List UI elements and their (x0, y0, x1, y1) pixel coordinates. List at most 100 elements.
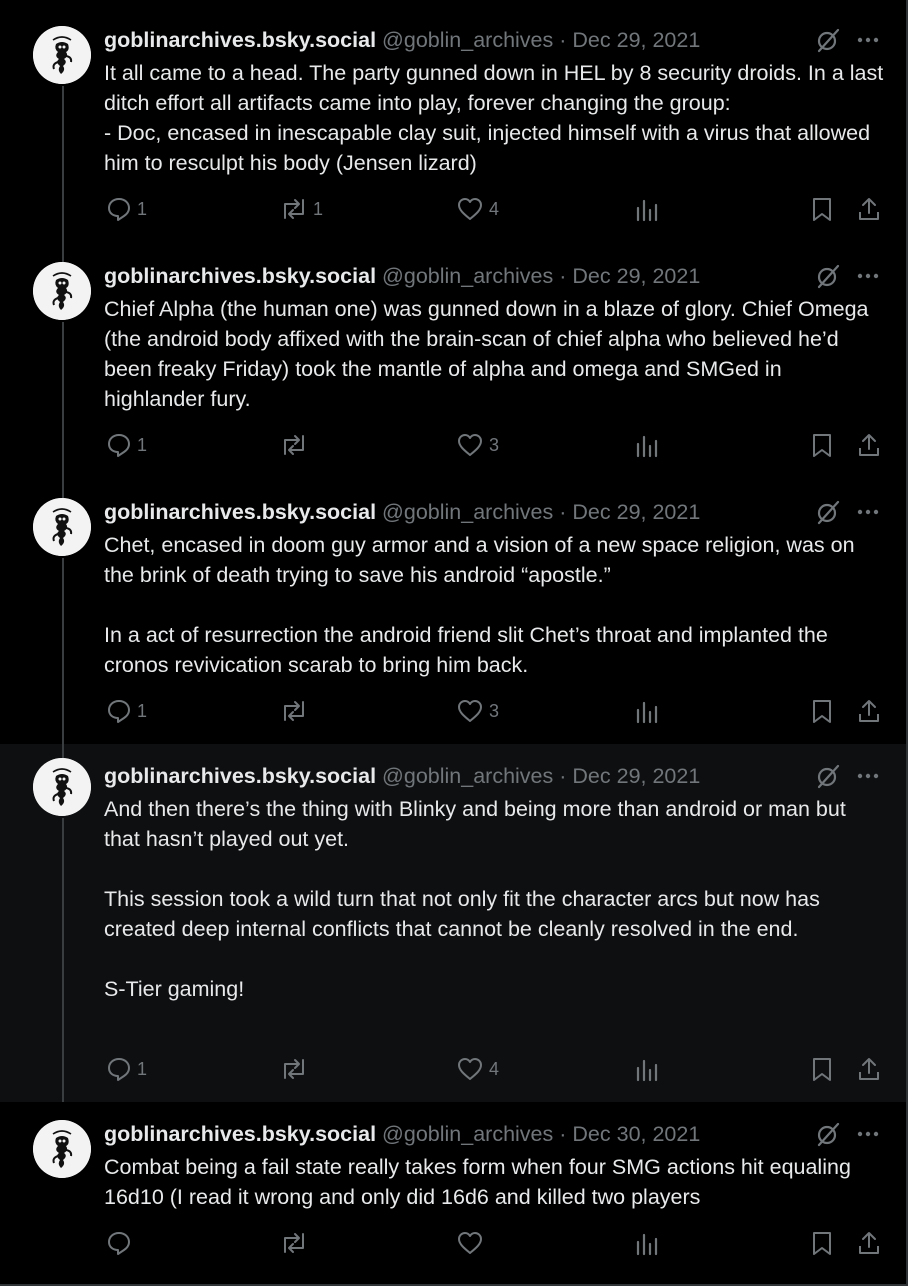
grok-icon[interactable] (814, 498, 842, 526)
grok-icon[interactable] (814, 262, 842, 290)
goblin-logo-icon (33, 262, 91, 320)
grok-icon[interactable] (814, 1120, 842, 1148)
share-button[interactable] (857, 1228, 881, 1258)
views-button[interactable] (634, 696, 658, 726)
reply-icon (108, 434, 130, 457)
handle[interactable]: @goblin_archives (382, 500, 553, 524)
views-icon (636, 1059, 658, 1082)
post-text-line: This session took a wild turn that not o… (104, 887, 820, 941)
bookmark-icon (813, 1058, 831, 1081)
display-name[interactable]: goblinarchives.bsky.social (104, 1122, 376, 1146)
reply-button[interactable]: 1 (106, 1054, 147, 1084)
handle[interactable]: @goblin_archives (382, 1122, 553, 1146)
share-button[interactable] (857, 1054, 881, 1084)
repost-button[interactable] (280, 1228, 313, 1258)
more-icon[interactable] (856, 262, 880, 290)
reply-button[interactable]: 1 (106, 194, 147, 224)
display-name[interactable]: goblinarchives.bsky.social (104, 28, 376, 52)
post-date[interactable]: Dec 29, 2021 (572, 764, 700, 788)
grok-icon[interactable] (814, 26, 842, 54)
paragraph-spacer (104, 590, 884, 620)
share-button[interactable] (857, 430, 881, 460)
bookmark-button[interactable] (810, 1228, 834, 1258)
reply-button[interactable]: 1 (106, 430, 147, 460)
like-icon (458, 1232, 482, 1254)
bookmark-button[interactable] (810, 696, 834, 726)
handle[interactable]: @goblin_archives (382, 28, 553, 52)
avatar[interactable] (33, 498, 91, 556)
share-icon (859, 434, 879, 456)
like-button[interactable]: 4 (456, 1054, 499, 1084)
post[interactable]: goblinarchives.bsky.social @goblin_archi… (0, 236, 906, 472)
post-text-line: And then there’s the thing with Blinky a… (104, 797, 846, 851)
post-date[interactable]: Dec 29, 2021 (572, 264, 700, 288)
reply-count: 1 (137, 1058, 148, 1079)
avatar[interactable] (33, 262, 91, 320)
grok-icon[interactable] (814, 762, 842, 790)
views-button[interactable] (634, 430, 658, 460)
thread-line (62, 472, 64, 498)
avatar[interactable] (33, 758, 91, 816)
action-bar: 1 4 (0, 1054, 906, 1084)
reply-button[interactable]: 1 (106, 696, 147, 726)
reply-button[interactable] (106, 1228, 137, 1258)
like-button[interactable]: 3 (456, 696, 499, 726)
like-button[interactable] (456, 1228, 489, 1258)
post-body: Combat being a fail state really takes f… (104, 1152, 884, 1212)
action-bar: 1 1 4 (0, 194, 906, 224)
like-icon (458, 1058, 482, 1080)
like-button[interactable]: 3 (456, 430, 499, 460)
goblin-logo-icon (33, 758, 91, 816)
post-header: goblinarchives.bsky.social @goblin_archi… (104, 1120, 700, 1148)
separator-dot: · (559, 28, 567, 52)
post-date[interactable]: Dec 30, 2021 (572, 1122, 700, 1146)
post-body: Chief Alpha (the human one) was gunned d… (104, 294, 884, 414)
bookmark-button[interactable] (810, 1054, 834, 1084)
separator-dot: · (559, 264, 567, 288)
display-name[interactable]: goblinarchives.bsky.social (104, 264, 376, 288)
post-body: And then there’s the thing with Blinky a… (104, 794, 884, 1004)
views-icon (636, 199, 658, 222)
action-bar: 1 3 (0, 696, 906, 726)
views-button[interactable] (634, 1054, 658, 1084)
reply-icon (108, 1232, 130, 1255)
more-icon[interactable] (856, 498, 880, 526)
avatar[interactable] (33, 26, 91, 84)
bookmark-button[interactable] (810, 194, 834, 224)
share-button[interactable] (857, 194, 881, 224)
post[interactable]: goblinarchives.bsky.social @goblin_archi… (0, 472, 906, 744)
share-icon (859, 198, 879, 220)
more-icon[interactable] (856, 762, 880, 790)
repost-button[interactable]: 1 (280, 194, 323, 224)
post[interactable]: goblinarchives.bsky.social @goblin_archi… (0, 0, 906, 236)
bookmark-icon (813, 198, 831, 221)
more-icon[interactable] (856, 26, 880, 54)
handle[interactable]: @goblin_archives (382, 764, 553, 788)
share-button[interactable] (857, 696, 881, 726)
post-header: goblinarchives.bsky.social @goblin_archi… (104, 762, 700, 790)
bookmark-button[interactable] (810, 430, 834, 460)
post[interactable]: goblinarchives.bsky.social @goblin_archi… (0, 744, 906, 1102)
paragraph-spacer (104, 944, 884, 974)
separator-dot: · (559, 764, 567, 788)
repost-count: 1 (313, 198, 324, 219)
repost-button[interactable] (280, 1054, 313, 1084)
display-name[interactable]: goblinarchives.bsky.social (104, 500, 376, 524)
repost-button[interactable] (280, 696, 313, 726)
like-count: 3 (489, 700, 500, 721)
handle[interactable]: @goblin_archives (382, 264, 553, 288)
post-body: It all came to a head. The party gunned … (104, 58, 884, 178)
views-button[interactable] (634, 1228, 658, 1258)
more-icon[interactable] (856, 1120, 880, 1148)
post-date[interactable]: Dec 29, 2021 (572, 500, 700, 524)
repost-button[interactable] (280, 430, 313, 460)
display-name[interactable]: goblinarchives.bsky.social (104, 764, 376, 788)
avatar[interactable] (33, 1120, 91, 1178)
views-button[interactable] (634, 194, 658, 224)
post-date[interactable]: Dec 29, 2021 (572, 28, 700, 52)
like-button[interactable]: 4 (456, 194, 499, 224)
post-text-line: Chief Alpha (the human one) was gunned d… (104, 297, 869, 411)
like-count: 3 (489, 434, 500, 455)
post[interactable]: goblinarchives.bsky.social @goblin_archi… (0, 1102, 906, 1284)
like-icon (458, 434, 482, 456)
